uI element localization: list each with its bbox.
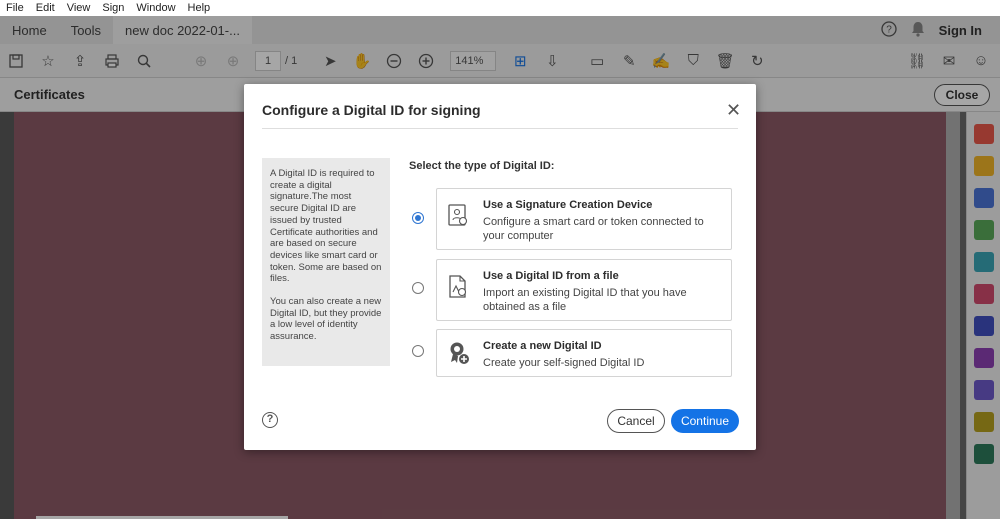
- menu-view[interactable]: View: [61, 2, 97, 14]
- option-signature-device[interactable]: Use a Signature Creation Device Configur…: [436, 188, 732, 250]
- badge-add-icon: [447, 340, 469, 366]
- info-panel: A Digital ID is required to create a dig…: [262, 158, 390, 366]
- radio-signature-device[interactable]: [412, 212, 424, 224]
- menu-file[interactable]: File: [0, 2, 30, 14]
- certificate-card-icon: [447, 203, 469, 229]
- radio-digital-id-file[interactable]: [412, 282, 424, 294]
- option-title: Use a Signature Creation Device: [483, 199, 653, 211]
- info-text-1: A Digital ID is required to create a dig…: [270, 168, 382, 285]
- info-text-2: You can also create a new Digital ID, bu…: [270, 296, 382, 343]
- radio-new-digital-id[interactable]: [412, 345, 424, 357]
- menu-edit[interactable]: Edit: [30, 2, 61, 14]
- continue-button[interactable]: Continue: [671, 409, 739, 433]
- close-icon[interactable]: ✕: [726, 100, 741, 121]
- cancel-button[interactable]: Cancel: [607, 409, 665, 433]
- option-title: Create a new Digital ID: [483, 340, 602, 352]
- digital-id-dialog: Configure a Digital ID for signing ✕ A D…: [244, 84, 756, 450]
- select-type-label: Select the type of Digital ID:: [409, 160, 555, 172]
- menu-bar: File Edit View Sign Window Help: [0, 0, 1000, 16]
- option-description: Import an existing Digital ID that you h…: [483, 287, 687, 313]
- option-title: Use a Digital ID from a file: [483, 270, 619, 282]
- menu-sign[interactable]: Sign: [96, 2, 130, 14]
- option-description: Configure a smart card or token connecte…: [483, 216, 704, 242]
- option-new-digital-id[interactable]: Create a new Digital ID Create your self…: [436, 329, 732, 377]
- dialog-divider: [262, 128, 738, 129]
- certificate-file-icon: [447, 274, 469, 300]
- menu-help[interactable]: Help: [182, 2, 217, 14]
- dialog-title: Configure a Digital ID for signing: [262, 102, 481, 118]
- menu-window[interactable]: Window: [130, 2, 181, 14]
- option-digital-id-file[interactable]: Use a Digital ID from a file Import an e…: [436, 259, 732, 321]
- option-description: Create your self-signed Digital ID: [483, 357, 645, 369]
- help-icon[interactable]: ?: [262, 412, 278, 428]
